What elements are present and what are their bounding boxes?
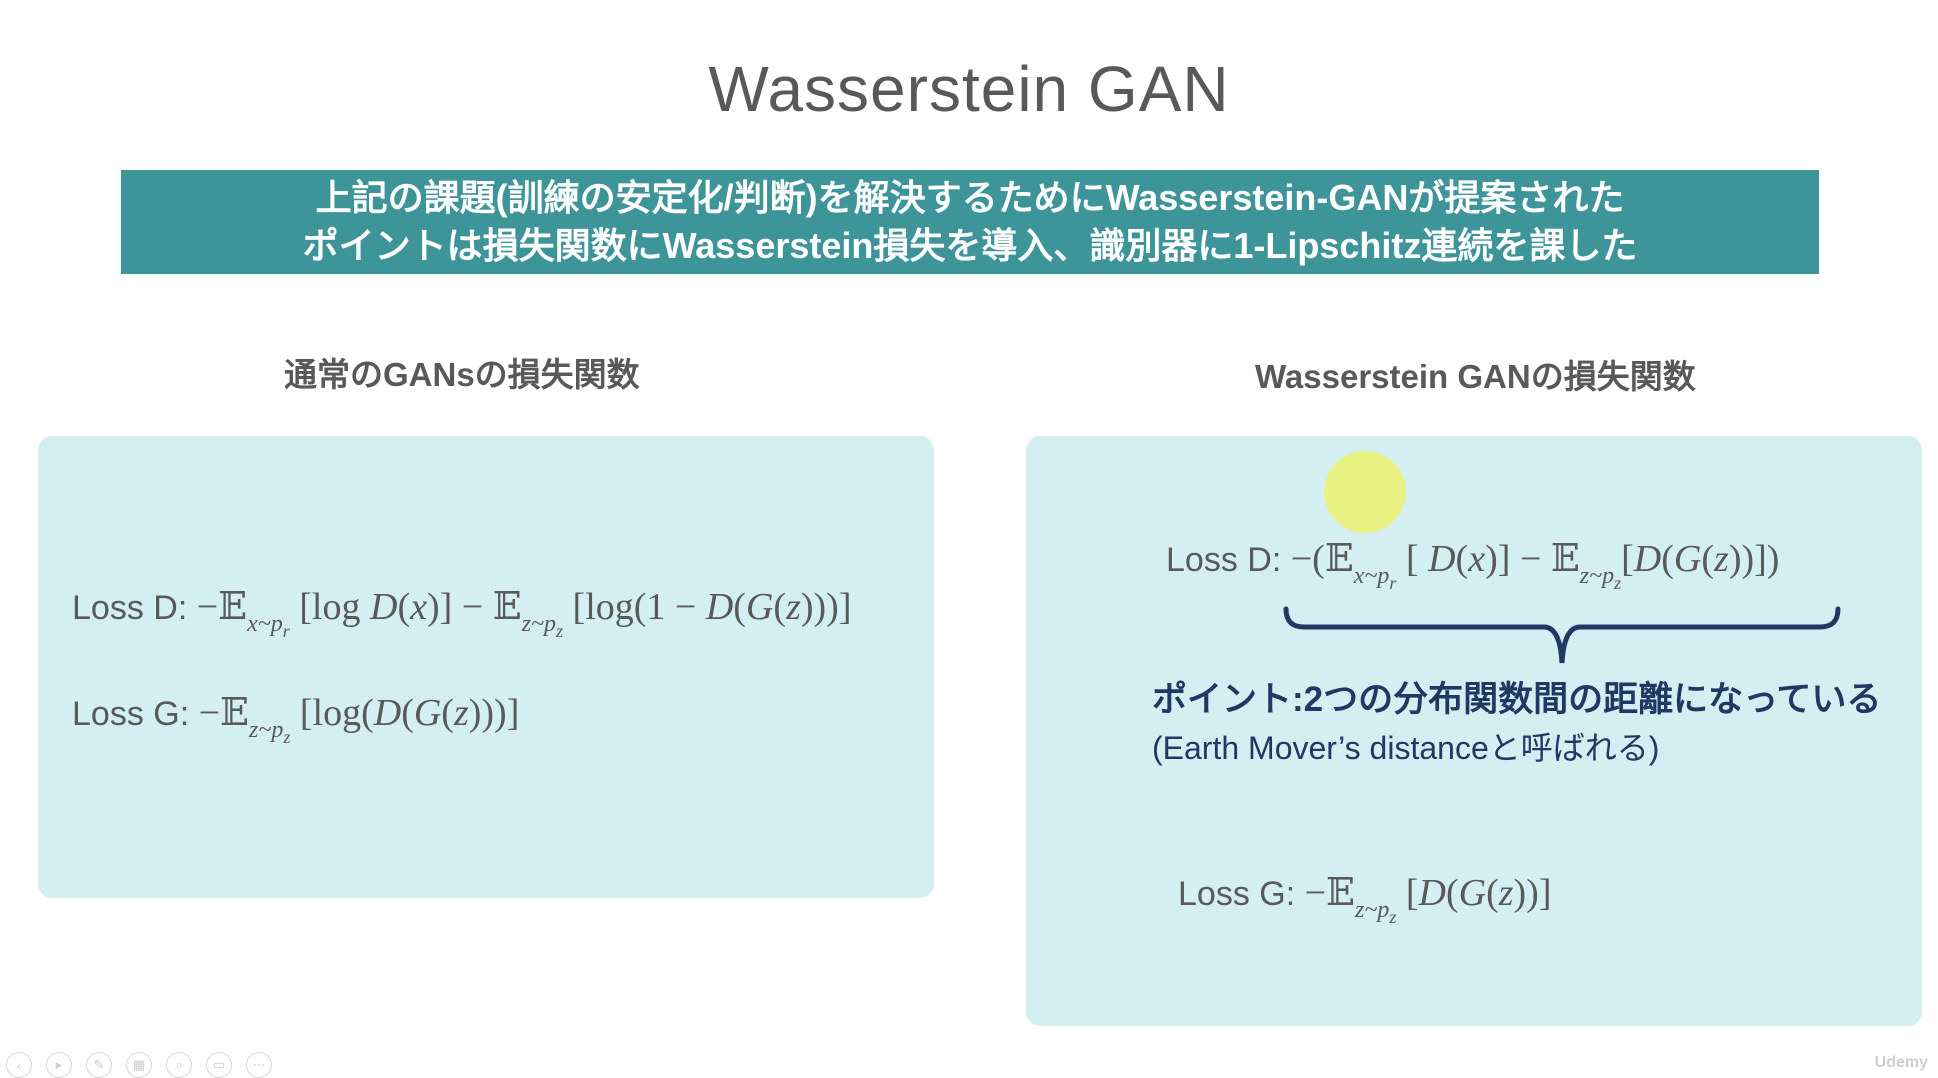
banner-line-1: 上記の課題(訓練の安定化/判断)を解決するためにWasserstein-GANが… <box>315 177 1625 218</box>
standard-loss-g: Loss G: −𝔼z~pz [log(D(G(z)))] <box>72 690 519 748</box>
standard-loss-d: Loss D: −𝔼x~pr [log D(x)] − 𝔼z~pz [log(1… <box>72 584 851 642</box>
zoom-icon[interactable]: ⌕ <box>166 1052 192 1078</box>
summary-banner: 上記の課題(訓練の安定化/判断)を解決するためにWasserstein-GANが… <box>121 170 1819 274</box>
slide-title: Wasserstein GAN <box>708 53 1230 125</box>
play-icon[interactable]: ▸ <box>46 1052 72 1078</box>
loss-g-label: Loss G: <box>1178 875 1305 913</box>
wgan-note: ポイント:2つの分布関数間の距離になっている (Earth Mover’s di… <box>1152 676 1881 772</box>
note-line-1: ポイント:2つの分布関数間の距離になっている <box>1152 680 1882 719</box>
left-heading: 通常のGANsの損失関数 <box>284 356 640 393</box>
wgan-loss-g: Loss G: −𝔼z~pz [D(G(z))] <box>1178 870 1552 928</box>
loss-d-formula: −(𝔼x~pr [ D(x)] − 𝔼z~pz[D(G(z))]) <box>1290 536 1780 593</box>
loss-d-formula: −𝔼x~pr [log D(x)] − 𝔼z~pz [log(1 − D(G(z… <box>196 584 852 641</box>
more-icon[interactable]: ⋯ <box>246 1052 272 1078</box>
subtitles-icon[interactable]: ▭ <box>206 1052 232 1078</box>
right-heading: Wasserstein GANの損失関数 <box>1255 358 1696 395</box>
banner-line-2: ポイントは損失関数にWasserstein損失を導入、識別器に1-Lipschi… <box>302 225 1638 266</box>
loss-d-label: Loss D: <box>1166 541 1291 579</box>
loss-g-formula: −𝔼z~pz [log(D(G(z)))] <box>198 690 520 747</box>
loss-d-label: Loss D: <box>72 589 197 627</box>
brace-icon <box>1283 606 1841 664</box>
loss-g-label: Loss G: <box>72 695 199 733</box>
note-line-2: (Earth Mover’s distanceと呼ばれる) <box>1152 730 1660 766</box>
loss-g-formula: −𝔼z~pz [D(G(z))] <box>1304 870 1552 927</box>
pen-icon[interactable]: ✎ <box>86 1052 112 1078</box>
wgan-loss-d: Loss D: −(𝔼x~pr [ D(x)] − 𝔼z~pz[D(G(z))]… <box>1166 536 1779 594</box>
udemy-logo: Udemy <box>1874 1054 1928 1071</box>
slideshow-toolbar: ‹ ▸ ✎ ▦ ⌕ ▭ ⋯ <box>0 1052 272 1078</box>
pointer-highlight <box>1324 451 1406 533</box>
slides-icon[interactable]: ▦ <box>126 1052 152 1078</box>
prev-icon[interactable]: ‹ <box>6 1052 32 1078</box>
standard-gan-panel <box>38 436 934 898</box>
